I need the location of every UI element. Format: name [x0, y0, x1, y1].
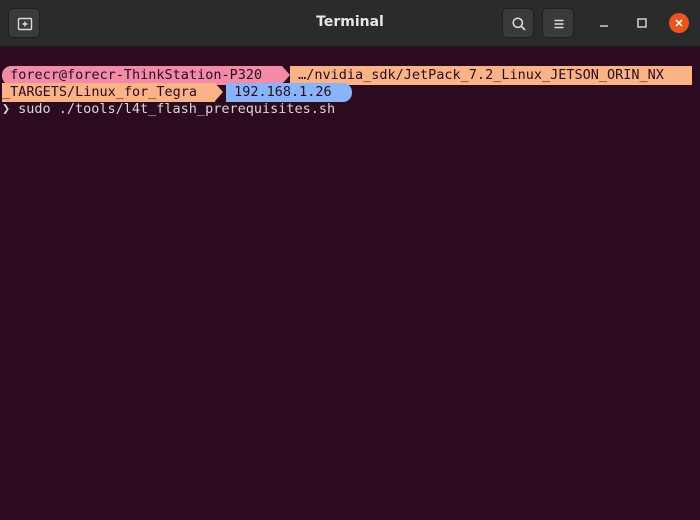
terminal-window: Terminal forecr@forecr-ThinkStation-P320…	[0, 0, 700, 477]
prompt-separator	[215, 83, 223, 101]
search-button[interactable]	[502, 8, 534, 38]
close-icon	[675, 19, 683, 27]
minimize-button[interactable]	[593, 12, 615, 34]
minimize-icon	[600, 25, 608, 27]
search-icon	[512, 17, 526, 31]
menu-button[interactable]	[542, 8, 574, 38]
header-bar: Terminal	[0, 0, 700, 47]
prompt-separator	[282, 66, 290, 84]
close-button[interactable]	[669, 13, 689, 33]
command-text: sudo ./tools/l4t_flash_prerequisites.sh	[10, 101, 336, 117]
terminal-output[interactable]: forecr@forecr-ThinkStation-P320 …/nvidia…	[0, 47, 700, 477]
hamburger-menu-icon	[554, 19, 564, 29]
maximize-icon	[637, 18, 647, 28]
maximize-button[interactable]	[631, 12, 653, 34]
scrollbar[interactable]	[694, 96, 697, 520]
prompt-symbol: ❯	[2, 101, 11, 117]
command-line[interactable]: ❯ sudo ./tools/l4t_flash_prerequisites.s…	[0, 100, 700, 119]
